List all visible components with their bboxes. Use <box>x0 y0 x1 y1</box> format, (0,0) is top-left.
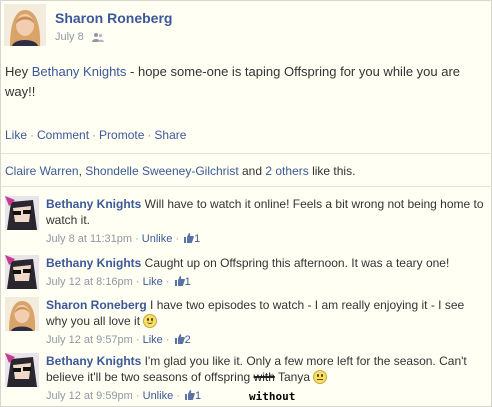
post-message: Hey Bethany Knights - hope some-one is t… <box>5 62 489 102</box>
unlike-link[interactable]: Unlike <box>142 233 173 245</box>
like-count[interactable]: 1 <box>194 233 200 245</box>
post-actions: Like · Comment · Promote · Share <box>5 128 186 142</box>
avatar[interactable] <box>5 255 39 289</box>
mention-link[interactable]: Bethany Knights <box>32 64 127 79</box>
like-link[interactable]: Like <box>143 334 163 346</box>
likes-summary: Claire Warren, Shondelle Sweeney-Gilchri… <box>5 164 355 178</box>
comment-body: Bethany Knights Caught up on Offspring t… <box>46 255 486 289</box>
like-link[interactable]: Like <box>5 128 27 142</box>
struck-word: with <box>253 370 275 384</box>
others-link[interactable]: 2 others <box>265 164 308 178</box>
separator: · <box>30 128 35 142</box>
post-author-link[interactable]: Sharon Roneberg <box>55 10 172 26</box>
handwritten-annotation: without <box>249 390 296 403</box>
like-link[interactable]: Like <box>143 276 163 288</box>
friends-icon[interactable] <box>91 32 104 42</box>
unlike-link[interactable]: Unlike <box>143 390 174 402</box>
avatar[interactable] <box>5 353 39 387</box>
neutral-emoticon-icon <box>313 370 328 384</box>
post-timestamp[interactable]: July 8 <box>55 31 84 43</box>
likes-and: and <box>238 164 266 178</box>
avatar[interactable] <box>5 297 39 331</box>
separator: · <box>92 128 97 142</box>
liker-link[interactable]: Claire Warren <box>5 164 79 178</box>
comment-body: Sharon Roneberg I have two episodes to w… <box>46 297 486 347</box>
comment-text: Tanya <box>274 370 314 384</box>
liker-link[interactable]: Shondelle Sweeney-Gilchrist <box>85 164 238 178</box>
likes-suffix: like this. <box>308 164 356 178</box>
comment-link[interactable]: Comment <box>37 128 89 142</box>
comment-timestamp[interactable]: July 8 at 11:31pm <box>46 233 132 245</box>
comment-meta: July 12 at 9:57pm · Like · 2 <box>46 334 191 346</box>
post-meta: July 8 <box>55 31 104 43</box>
comment-meta: July 12 at 8:16pm · Like · 1 <box>46 276 191 288</box>
thumbs-up-icon <box>174 276 185 286</box>
comment-timestamp[interactable]: July 12 at 9:57pm <box>46 334 133 346</box>
avatar[interactable] <box>4 4 46 46</box>
like-count[interactable]: 1 <box>195 390 201 402</box>
facebook-post: Sharon Roneberg July 8 Hey Bethany Knigh… <box>0 0 492 407</box>
comment-meta: July 8 at 11:31pm · Unlike · 1 <box>46 233 201 245</box>
smiley-emoticon-icon <box>143 314 158 328</box>
comment-author-link[interactable]: Bethany Knights <box>46 256 141 270</box>
comment-author-link[interactable]: Bethany Knights <box>46 197 141 211</box>
avatar[interactable] <box>5 196 39 230</box>
thumbs-up-icon <box>184 233 194 243</box>
separator: · <box>147 128 152 142</box>
divider <box>1 153 492 154</box>
share-link[interactable]: Share <box>154 128 186 142</box>
comment-timestamp[interactable]: July 12 at 9:59pm <box>46 390 133 402</box>
like-count[interactable]: 2 <box>185 334 191 346</box>
comment-timestamp[interactable]: July 12 at 8:16pm <box>46 276 133 288</box>
post-header: Sharon Roneberg July 8 <box>4 4 484 46</box>
thumbs-up-icon <box>174 334 185 344</box>
comment-author-link[interactable]: Bethany Knights <box>46 354 141 368</box>
divider <box>1 186 492 187</box>
promote-link[interactable]: Promote <box>99 128 144 142</box>
post-text-prefix: Hey <box>5 64 32 79</box>
comment-author-link[interactable]: Sharon Roneberg <box>46 298 147 312</box>
like-count[interactable]: 1 <box>185 276 191 288</box>
thumbs-up-icon <box>184 390 195 400</box>
comment-text: Caught up on Offspring this afternoon. I… <box>141 256 450 270</box>
comment-body: Bethany Knights Will have to watch it on… <box>46 196 486 246</box>
